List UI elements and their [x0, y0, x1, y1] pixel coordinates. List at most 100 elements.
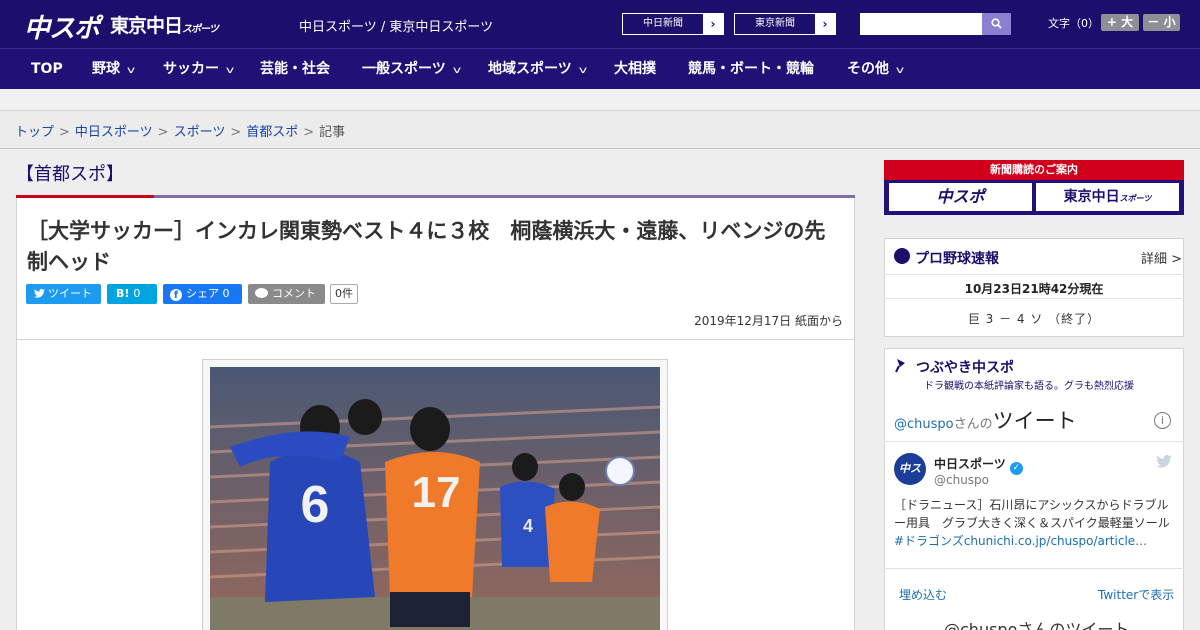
nav-item-label: 芸能・社会 — [260, 61, 330, 77]
tweet-divider — [884, 568, 1184, 569]
chevron-down-icon: v — [895, 65, 905, 76]
facebook-count: 0 — [222, 287, 230, 300]
hatena-bookmark-button[interactable]: B! 0 — [107, 284, 157, 304]
tweet-account-handle[interactable]: @chuspo — [934, 473, 989, 487]
view-on-twitter-link[interactable]: Twitterで表示 — [1098, 586, 1174, 603]
nav-item-label: サッカー — [163, 61, 219, 77]
nav-item-label: その他 — [847, 61, 889, 77]
tweet-link[interactable]: #ドラゴンズchunichi.co.jp/chuspo/article… — [894, 534, 1147, 548]
baseball-detail-link[interactable]: 詳細 > — [1141, 248, 1182, 267]
tweet-label: ツイート — [48, 287, 92, 300]
baseball-divider — [884, 298, 1184, 299]
nav-item-label: 大相撲 — [614, 61, 656, 77]
nav-item-racing[interactable]: 競馬・ボート・競輪 — [688, 49, 814, 90]
chunichi-shimbun-label: 中日新聞 — [643, 18, 683, 29]
twitter-widget-subtitle: ドラ観戦の本紙評論家も語る。グラも熱烈応援 — [924, 381, 1134, 392]
baseball-update-time: 10月23日21時42分現在 — [964, 282, 1104, 296]
baseball-divider — [884, 274, 1184, 275]
subscribe-label: 新聞購読のご案内 — [990, 163, 1078, 176]
tokyo-logo-text: 東京中日 — [110, 15, 183, 37]
breadcrumb-current: 記事 — [319, 125, 346, 140]
more-tweets-heading[interactable]: @chuspoさんのツイート — [944, 616, 1129, 630]
subscribe-chuspo-logo[interactable]: 中スポ — [889, 183, 1032, 211]
nav-item-baseball[interactable]: 野球 v — [92, 49, 136, 90]
nav-item-soccer[interactable]: サッカー v — [163, 49, 235, 90]
microphone-icon — [895, 359, 905, 373]
player-number-6: 6 — [301, 476, 330, 534]
article-headline: ［大学サッカー］インカレ関東勢ベスト４に３校 桐蔭横浜大・遠藤、リベンジの先制ヘ… — [27, 219, 826, 274]
nav-item-top[interactable]: TOP — [31, 49, 63, 90]
nav-item-general-sports[interactable]: 一般スポーツ v — [362, 49, 461, 90]
nav-item-label: 競馬・ボート・競輪 — [688, 61, 814, 77]
tokyo-chunichi-logo[interactable]: 東京中日スポーツ — [110, 11, 219, 38]
player-number-17: 17 — [412, 468, 461, 517]
twitter-widget-title: つぶやき中スポ — [916, 360, 1014, 376]
breadcrumb-separator: > — [303, 125, 315, 140]
hatena-count: 0 — [133, 287, 141, 300]
nav-item-sumo[interactable]: 大相撲 — [614, 49, 656, 90]
tweet-account-name[interactable]: 中日スポーツ ✓ — [934, 455, 1023, 475]
tweet-account-name-text: 中日スポーツ — [934, 457, 1006, 471]
breadcrumb-sports[interactable]: スポーツ — [174, 125, 226, 140]
main-nav: TOP 野球 v サッカー v 芸能・社会 一般スポーツ v 地域スポーツ v 大相撲 … — [0, 48, 1200, 89]
nav-item-label: 地域スポーツ — [488, 61, 572, 77]
nav-item-entertainment[interactable]: 芸能・社会 — [260, 49, 330, 90]
article-photo[interactable]: 6 17 4 — [210, 367, 660, 630]
title-rule — [154, 195, 855, 198]
chunichi-shimbun-button[interactable]: 中日新聞 › — [622, 13, 724, 35]
chevron-right-icon: › — [703, 14, 723, 34]
tweet-button[interactable]: ツイート — [26, 284, 101, 304]
nav-item-label: 野球 — [92, 61, 120, 77]
breadcrumb-chunichi-sports[interactable]: 中日スポーツ — [75, 125, 153, 140]
facebook-share-button[interactable]: f シェア 0 — [163, 284, 242, 304]
baseball-score[interactable]: 巨 3 － 4 ソ （終了） — [884, 310, 1184, 327]
nav-item-label: 一般スポーツ — [362, 61, 446, 77]
tweet-body: ［ドラニュース］石川昂にアシックスからドラブルー用具 グラブ大きく深く＆スパイク… — [894, 498, 1170, 530]
info-icon[interactable]: i — [1154, 412, 1171, 429]
baseball-widget-title: プロ野球速報 — [915, 251, 999, 267]
search-input[interactable] — [860, 13, 982, 35]
subscribe-tokyo-logo-text: 東京中日 — [1063, 189, 1120, 205]
comment-count[interactable]: 0件 — [330, 284, 358, 304]
nav-item-local-sports[interactable]: 地域スポーツ v — [488, 49, 587, 90]
tokyo-shimbun-label: 東京新聞 — [755, 18, 795, 29]
nav-item-other[interactable]: その他 v — [847, 49, 905, 90]
tokyo-shimbun-button[interactable]: 東京新聞 › — [734, 13, 836, 35]
soccer-photo-illustration: 6 17 4 — [210, 367, 660, 630]
breadcrumb-separator: > — [157, 125, 169, 140]
text-size-up-button[interactable]: + 大 — [1101, 14, 1139, 31]
site-name-link[interactable]: 中日スポーツ / 東京中日スポーツ — [299, 16, 493, 35]
breadcrumb: トップ > 中日スポーツ > スポーツ > 首都スポ > 記事 — [15, 121, 345, 140]
chevron-down-icon: v — [126, 65, 136, 76]
subscribe-tokyo-logo[interactable]: 東京中日スポーツ — [1036, 183, 1179, 211]
comment-icon — [255, 288, 268, 298]
baseball-icon — [894, 248, 910, 264]
breadcrumb-separator: > — [230, 125, 242, 140]
chevron-down-icon: v — [452, 65, 461, 76]
search-icon — [991, 18, 1002, 29]
comment-label: コメント — [272, 287, 316, 300]
article-date: 2019年12月17日 紙面から — [694, 314, 843, 328]
tweets-heading-handle[interactable]: @chuspo — [894, 417, 954, 432]
nav-item-label: TOP — [31, 61, 63, 77]
breadcrumb-separator: > — [59, 125, 70, 140]
text-size-down-button[interactable]: － 小 — [1143, 14, 1180, 31]
embed-link[interactable]: 埋め込む — [899, 586, 947, 603]
site-header: 中スポ 東京中日スポーツ 中日スポーツ / 東京中日スポーツ 中日新聞 › 東京… — [0, 0, 1200, 48]
chuspo-logo[interactable]: 中スポ — [24, 8, 100, 45]
breadcrumb-top[interactable]: トップ — [15, 125, 54, 140]
sub-band — [0, 89, 1200, 111]
twitter-bird-icon[interactable] — [1156, 455, 1172, 468]
facebook-icon: f — [170, 289, 182, 301]
verified-badge-icon: ✓ — [1009, 462, 1023, 475]
chevron-down-icon: v — [225, 65, 235, 76]
breadcrumb-shuto-spo[interactable]: 首都スポ — [246, 125, 298, 140]
avatar[interactable]: 中ス — [894, 453, 926, 485]
chevron-right-icon: › — [815, 14, 835, 34]
tweets-heading-mid: さんの — [953, 417, 993, 432]
text-size-label: 文字（0） — [1048, 17, 1099, 30]
subscribe-tokyo-logo-sub: スポーツ — [1119, 194, 1152, 203]
tweet-divider — [884, 441, 1184, 442]
search-button[interactable] — [982, 13, 1011, 35]
comment-button[interactable]: コメント — [248, 284, 325, 304]
